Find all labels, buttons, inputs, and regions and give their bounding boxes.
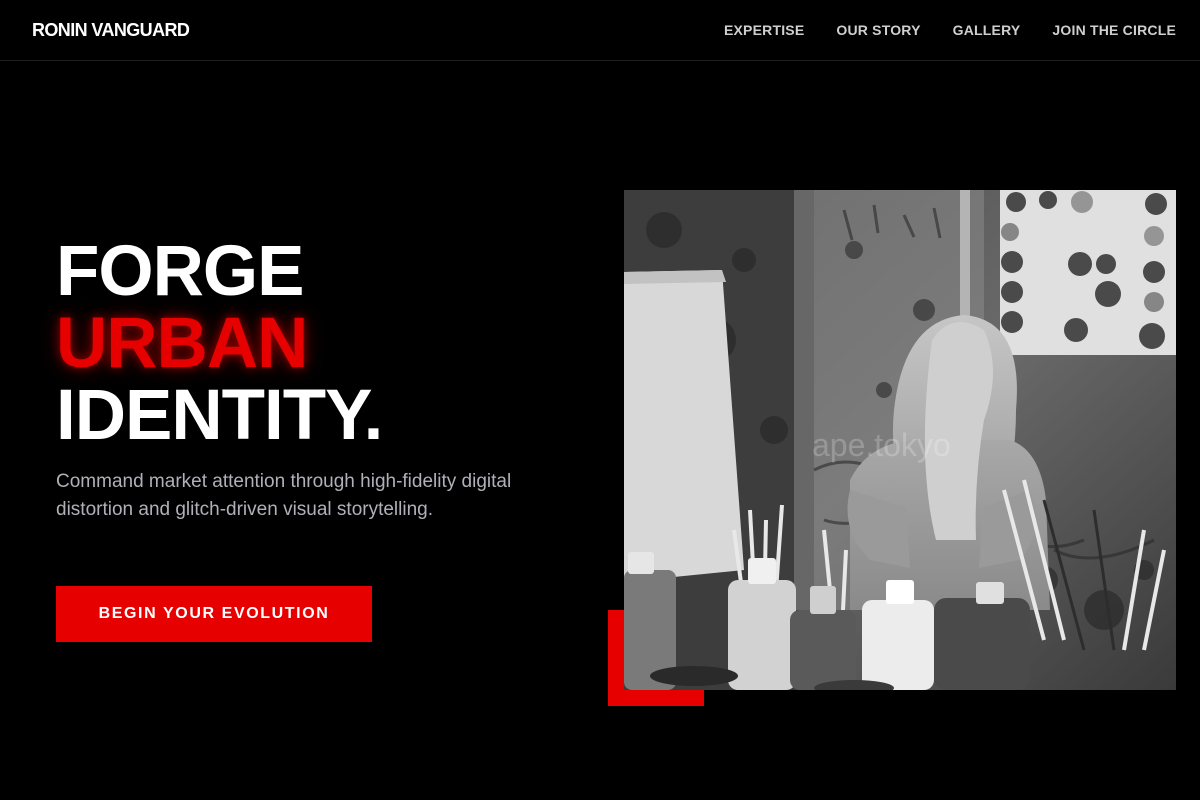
main-nav: EXPERTISE OUR STORY GALLERY JOIN THE CIR…	[724, 22, 1176, 38]
nav-link-gallery[interactable]: GALLERY	[953, 22, 1021, 38]
nav-link-expertise[interactable]: EXPERTISE	[724, 22, 804, 38]
nav-link-join-the-circle[interactable]: JOIN THE CIRCLE	[1052, 22, 1176, 38]
hero-image: ape.tokyo	[624, 190, 1176, 690]
hero-copy: FORGE URBAN IDENTITY. Command market att…	[56, 236, 536, 642]
hero-subcopy: Command market attention through high-fi…	[56, 471, 512, 520]
headline-line-forge: FORGE	[56, 232, 304, 311]
begin-evolution-button[interactable]: BEGIN YOUR EVOLUTION	[56, 586, 372, 642]
landing-page: RONIN VANGUARD EXPERTISE OUR STORY GALLE…	[0, 0, 1200, 800]
site-header: RONIN VANGUARD EXPERTISE OUR STORY GALLE…	[0, 0, 1200, 61]
headline-line-identity: IDENTITY.	[56, 376, 383, 455]
brand-logo[interactable]: RONIN VANGUARD	[32, 20, 190, 41]
hero-headline: FORGE URBAN IDENTITY.	[56, 236, 536, 452]
image-watermark: ape.tokyo	[812, 427, 951, 463]
headline-line-urban: URBAN	[56, 304, 308, 383]
studio-photo: ape.tokyo	[624, 190, 1176, 690]
nav-link-our-story[interactable]: OUR STORY	[836, 22, 920, 38]
